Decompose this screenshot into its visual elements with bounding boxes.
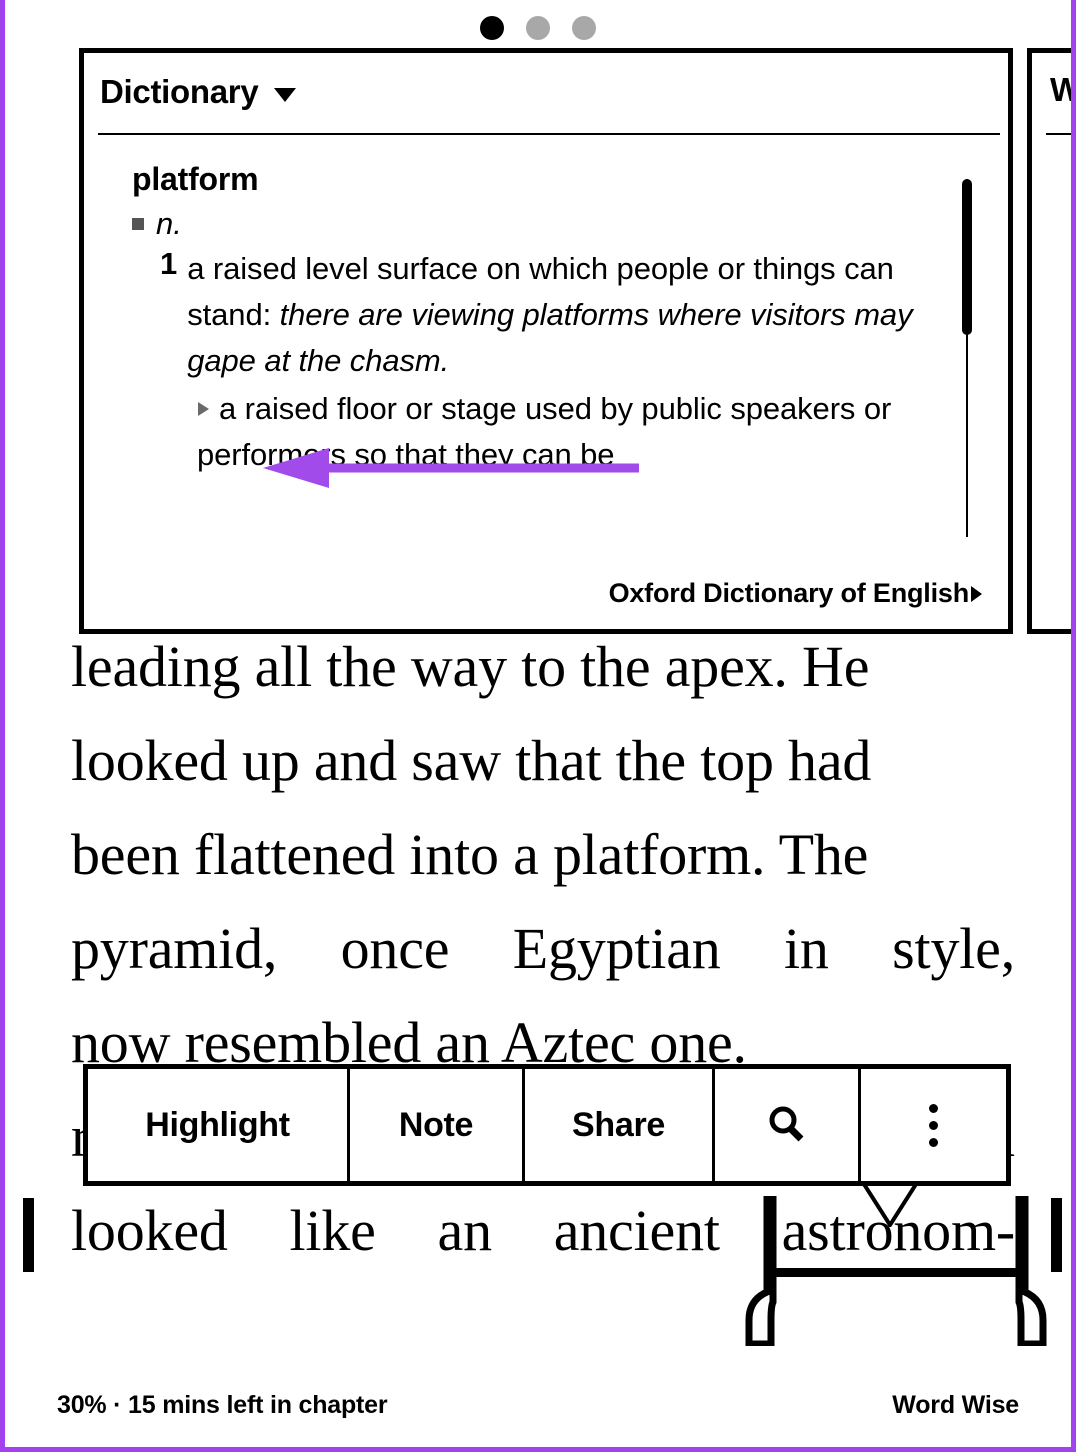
book-word: in <box>784 916 829 981</box>
pager-dot-3[interactable] <box>572 16 596 40</box>
square-bullet-icon <box>132 218 144 230</box>
book-line-2: looked up and saw that the top had <box>71 728 872 793</box>
dictionary-sense-text: a raised level surface on which people o… <box>187 246 932 384</box>
note-button[interactable]: Note <box>350 1069 525 1181</box>
share-button[interactable]: Share <box>525 1069 715 1181</box>
selection-handle-right[interactable] <box>1011 1196 1055 1346</box>
dictionary-source-link[interactable]: Oxford Dictionary of English <box>609 578 982 609</box>
kebab-menu-icon <box>929 1100 938 1151</box>
dictionary-sense-number: 1 <box>160 246 178 281</box>
book-line-1: leading all the way to the apex. He <box>71 634 870 699</box>
ereader-screen: leading all the way to the apex. He look… <box>0 0 1076 1452</box>
book-word: ancient <box>553 1198 720 1263</box>
chevron-down-icon[interactable] <box>274 88 297 102</box>
selection-handle-left[interactable] <box>737 1196 781 1346</box>
sense-example: there are viewing platforms where visito… <box>187 297 913 378</box>
dictionary-sense-1: 1 a raised level surface on which people… <box>160 246 932 384</box>
reader-status-bar: 30% · 15 mins left in chapter Word Wise <box>5 1385 1071 1425</box>
reading-progress-label: 30% · 15 mins left in chapter <box>57 1390 388 1419</box>
dictionary-header-divider <box>98 133 1000 135</box>
more-options-button[interactable] <box>861 1069 1006 1181</box>
peek-card-divider <box>1046 133 1071 135</box>
search-icon <box>769 1106 803 1142</box>
wikipedia-card-peek[interactable]: W <box>1027 48 1071 634</box>
book-word: pyramid, <box>71 916 278 981</box>
book-word: once <box>340 916 450 981</box>
peek-card-title: W <box>1050 71 1071 109</box>
annotation-arrow <box>263 448 639 488</box>
book-word: style, <box>892 916 1015 981</box>
book-word: an <box>437 1198 493 1263</box>
pager-dot-2[interactable] <box>526 16 550 40</box>
selection-underline <box>773 1268 1021 1277</box>
dictionary-part-of-speech: n. <box>156 206 182 241</box>
selection-left-edge-bar <box>23 1198 34 1272</box>
dictionary-card-header[interactable]: Dictionary <box>84 53 1008 131</box>
toolbar-pointer-tail <box>860 1181 920 1227</box>
dictionary-source-label: Oxford Dictionary of English <box>608 578 970 608</box>
book-word: Egyptian <box>512 916 721 981</box>
dictionary-entry: platform n. 1 a raised level surface on … <box>132 161 932 478</box>
book-word: looked <box>71 1198 228 1263</box>
book-line-4: pyramid, once Egyptian in style, <box>71 902 1015 996</box>
dictionary-part-of-speech-row: n. <box>132 206 932 242</box>
book-line-3: been flattened into a platform. The <box>71 822 869 887</box>
card-pager-dots[interactable] <box>5 14 1071 42</box>
triangle-bullet-icon <box>198 402 209 416</box>
dictionary-card[interactable]: Dictionary platform n. 1 a raised level … <box>79 48 1013 634</box>
dictionary-scrollbar-thumb[interactable] <box>962 179 972 335</box>
dictionary-title: Dictionary <box>100 73 259 110</box>
book-word: like <box>289 1198 376 1263</box>
word-wise-label[interactable]: Word Wise <box>892 1391 1019 1420</box>
pager-dot-1[interactable] <box>480 16 504 40</box>
text-selection-toolbar[interactable]: Highlight Note Share <box>83 1064 1011 1186</box>
chevron-right-icon <box>971 585 982 602</box>
highlight-button[interactable]: Highlight <box>88 1069 350 1181</box>
dictionary-headword: platform <box>132 161 259 197</box>
search-button[interactable] <box>715 1069 861 1181</box>
